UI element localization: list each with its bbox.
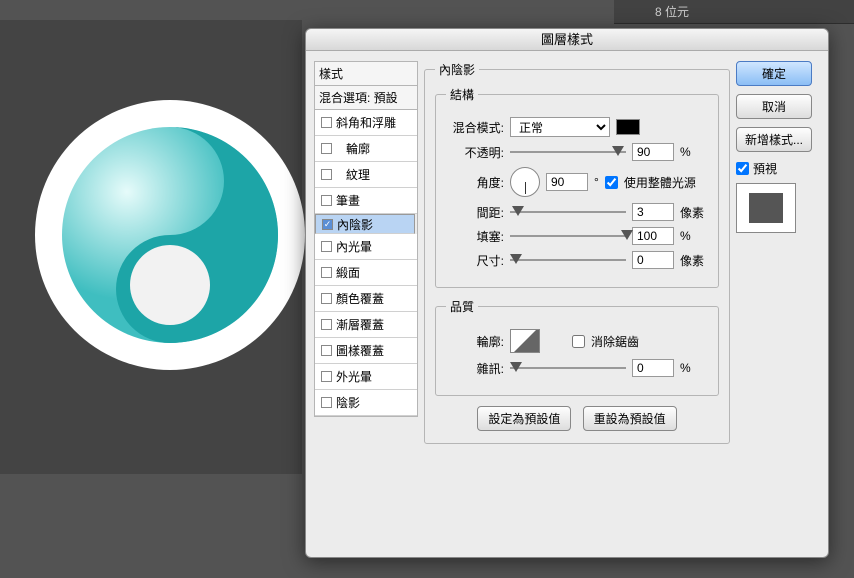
bit-depth-label: 8 位元 <box>655 5 689 19</box>
choke-slider[interactable] <box>510 228 626 244</box>
antialias-label: 消除鋸齒 <box>591 333 639 350</box>
style-item[interactable]: 外光暈 <box>315 364 417 390</box>
section-title: 內陰影 <box>435 61 479 78</box>
style-label: 內陰影 <box>337 216 373 233</box>
style-label: 圖樣覆蓋 <box>336 342 384 359</box>
size-unit: 像素 <box>680 252 708 269</box>
styles-list: 斜角和浮雕輪廓紋理筆畫✓ 內陰影內光暈緞面顏色覆蓋漸層覆蓋圖樣覆蓋外光暈陰影 <box>314 110 418 417</box>
style-label: 內光暈 <box>336 238 372 255</box>
structure-fieldset: 結構 混合模式: 正常 不透明: % 角度: <box>435 86 719 288</box>
blend-mode-label: 混合模式: <box>446 119 504 136</box>
style-item[interactable]: 陰影 <box>315 390 417 416</box>
style-checkbox[interactable] <box>321 241 332 252</box>
angle-unit: ° <box>594 175 599 189</box>
style-checkbox[interactable] <box>321 117 332 128</box>
new-style-button[interactable]: 新增樣式... <box>736 127 812 152</box>
style-item[interactable]: 斜角和浮雕 <box>315 110 417 136</box>
style-label: 陰影 <box>336 394 360 411</box>
preview-label: 預視 <box>753 160 777 177</box>
size-slider[interactable] <box>510 252 626 268</box>
style-checkbox[interactable] <box>321 169 332 180</box>
style-item[interactable]: 漸層覆蓋 <box>315 312 417 338</box>
color-swatch[interactable] <box>616 119 640 135</box>
style-checkbox[interactable] <box>321 397 332 408</box>
layer-style-dialog: 圖層樣式 樣式 混合選項: 預設 斜角和浮雕輪廓紋理筆畫✓ 內陰影內光暈緞面顏色覆… <box>305 28 829 558</box>
global-light-checkbox[interactable] <box>605 176 618 189</box>
style-item[interactable]: ✓ 內陰影 <box>315 214 415 234</box>
style-label: 顏色覆蓋 <box>336 290 384 307</box>
style-item[interactable]: 緞面 <box>315 260 417 286</box>
choke-label: 填塞: <box>446 228 504 245</box>
style-checkbox[interactable] <box>321 143 332 154</box>
style-checkbox[interactable] <box>321 319 332 330</box>
style-item[interactable]: 紋理 <box>315 162 417 188</box>
blend-options-header[interactable]: 混合選項: 預設 <box>314 86 418 110</box>
opacity-label: 不透明: <box>446 144 504 161</box>
inner-shadow-fieldset: 內陰影 結構 混合模式: 正常 不透明: % 角度: <box>424 61 730 444</box>
style-checkbox[interactable] <box>321 293 332 304</box>
distance-input[interactable] <box>632 203 674 221</box>
style-item[interactable]: 圖樣覆蓋 <box>315 338 417 364</box>
noise-slider[interactable] <box>510 360 626 376</box>
styles-header[interactable]: 樣式 <box>314 61 418 86</box>
opacity-input[interactable] <box>632 143 674 161</box>
preview-thumbnail <box>736 183 796 233</box>
style-label: 筆畫 <box>336 192 360 209</box>
distance-unit: 像素 <box>680 204 708 221</box>
buttons-column: 確定 取消 新增樣式... 預視 <box>736 61 820 547</box>
style-checkbox[interactable] <box>321 195 332 206</box>
style-checkbox[interactable] <box>321 371 332 382</box>
contour-label: 輪廓: <box>446 333 504 350</box>
size-input[interactable] <box>632 251 674 269</box>
distance-label: 間距: <box>446 204 504 221</box>
opacity-unit: % <box>680 145 708 159</box>
artwork-preview <box>35 100 305 370</box>
structure-legend: 結構 <box>446 86 478 103</box>
quality-fieldset: 品質 輪廓: 消除鋸齒 雜訊: % <box>435 298 719 396</box>
style-item[interactable]: 筆畫 <box>315 188 417 214</box>
quality-legend: 品質 <box>446 298 478 315</box>
settings-column: 內陰影 結構 混合模式: 正常 不透明: % 角度: <box>418 61 736 547</box>
choke-input[interactable] <box>632 227 674 245</box>
style-checkbox[interactable] <box>321 267 332 278</box>
preview-checkbox[interactable] <box>736 162 749 175</box>
style-label: 外光暈 <box>336 368 372 385</box>
distance-slider[interactable] <box>510 204 626 220</box>
global-light-label: 使用整體光源 <box>624 174 696 191</box>
contour-picker[interactable] <box>510 329 540 353</box>
style-checkbox[interactable] <box>321 345 332 356</box>
opacity-slider[interactable] <box>510 144 626 160</box>
canvas-area <box>0 20 302 474</box>
antialias-checkbox[interactable] <box>572 335 585 348</box>
size-label: 尺寸: <box>446 252 504 269</box>
style-label: 紋理 <box>336 166 370 183</box>
dialog-title: 圖層樣式 <box>306 29 828 51</box>
angle-dial[interactable] <box>510 167 540 197</box>
style-label: 斜角和浮雕 <box>336 114 396 131</box>
style-label: 漸層覆蓋 <box>336 316 384 333</box>
app-toolbar: 8 位元 <box>614 0 854 24</box>
angle-label: 角度: <box>446 174 504 191</box>
cancel-button[interactable]: 取消 <box>736 94 812 119</box>
style-item[interactable]: 顏色覆蓋 <box>315 286 417 312</box>
make-default-button[interactable]: 設定為預設值 <box>477 406 571 431</box>
angle-input[interactable] <box>546 173 588 191</box>
noise-input[interactable] <box>632 359 674 377</box>
reset-default-button[interactable]: 重設為預設值 <box>583 406 677 431</box>
style-label: 緞面 <box>336 264 360 281</box>
choke-unit: % <box>680 229 708 243</box>
styles-column: 樣式 混合選項: 預設 斜角和浮雕輪廓紋理筆畫✓ 內陰影內光暈緞面顏色覆蓋漸層覆蓋… <box>314 61 418 547</box>
style-label: 輪廓 <box>336 140 370 157</box>
blend-mode-select[interactable]: 正常 <box>510 117 610 137</box>
style-item[interactable]: 內光暈 <box>315 234 417 260</box>
noise-unit: % <box>680 361 708 375</box>
noise-label: 雜訊: <box>446 360 504 377</box>
style-item[interactable]: 輪廓 <box>315 136 417 162</box>
style-checkbox[interactable]: ✓ <box>322 219 333 230</box>
ok-button[interactable]: 確定 <box>736 61 812 86</box>
